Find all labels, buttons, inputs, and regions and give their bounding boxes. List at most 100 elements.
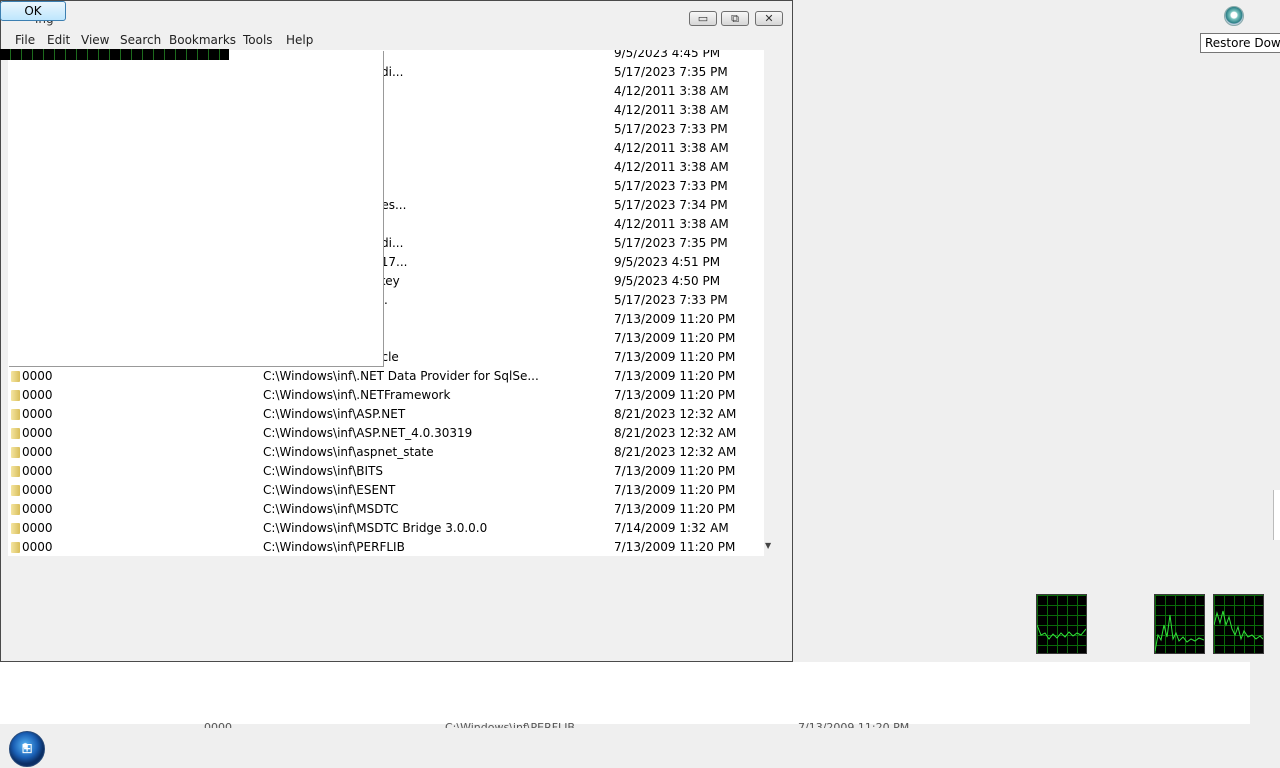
cpu-graph-3	[1213, 594, 1264, 654]
table-row[interactable]: 0000 C:\Windows\inf\aspnet_state 8/21/2023…	[8, 443, 764, 462]
folder-icon	[11, 485, 20, 496]
table-row[interactable]: 0000 C:\Windows\inf\ASP.NET_4.0.30319 8/21…	[8, 424, 764, 443]
folder-icon	[11, 409, 20, 420]
date-cell: 7/13/2009 11:20 PM	[614, 350, 736, 364]
date-cell: 4/12/2011 3:38 AM	[614, 141, 729, 155]
path-cell: C:\Windows\inf\aspnet_state	[263, 445, 434, 459]
name-cell: 0000	[22, 464, 53, 478]
menu-search[interactable]: Search	[120, 33, 161, 47]
path-cell: C:\Windows\inf\MSDTC	[263, 502, 399, 516]
date-cell: 9/5/2023 4:45 PM	[614, 50, 721, 60]
date-cell: 5/17/2023 7:35 PM	[614, 65, 728, 79]
table-row[interactable]: 0000 C:\Windows\inf\ASP.NET 8/21/2023 12:3…	[8, 405, 764, 424]
folder-icon	[11, 466, 20, 477]
date-cell: 7/13/2009 11:20 PM	[614, 502, 736, 516]
folder-icon	[11, 447, 20, 458]
table-row[interactable]: 0000 C:\Windows\inf\.NET Data Provider fo…	[8, 367, 764, 386]
date-cell: 5/17/2023 7:33 PM	[614, 179, 728, 193]
date-cell: 5/17/2023 7:34 PM	[614, 198, 728, 212]
restore-orb-icon[interactable]	[1224, 6, 1244, 26]
name-cell: 0000	[22, 426, 53, 440]
menu-help[interactable]: Help	[286, 33, 313, 47]
date-cell: 7/13/2009 11:20 PM	[614, 369, 736, 383]
graph-line-1	[1036, 624, 1087, 640]
path-cell: C:\Windows\inf\.NETFramework	[263, 388, 451, 402]
folder-icon	[11, 542, 20, 553]
folder-icon	[11, 523, 20, 534]
date-cell: 5/17/2023 7:35 PM	[614, 236, 728, 250]
title-bar[interactable]: ing ▭ ⧉ ✕	[1, 1, 792, 31]
everything-window: ing ▭ ⧉ ✕ File Edit View Search Bookmark…	[0, 0, 793, 662]
table-row[interactable]: 0000 C:\Windows\inf\ESENT 7/13/2009 11:20 …	[8, 481, 764, 500]
cpu-graph-2	[1154, 594, 1205, 654]
date-cell: 4/12/2011 3:38 AM	[614, 217, 729, 231]
graph-line-2	[1154, 614, 1205, 652]
folder-icon	[11, 390, 20, 401]
path-cell: C:\Windows\inf\ESENT	[263, 483, 396, 497]
table-row[interactable]: 0000 C:\Windows\inf\MSDTC Bridge 3.0.0.0 7…	[8, 519, 764, 538]
graph-line-3	[1213, 610, 1264, 641]
path-cell: C:\Windows\inf\BITS	[263, 464, 383, 478]
menu-edit[interactable]: Edit	[47, 33, 70, 47]
ok-button[interactable]: OK	[0, 1, 66, 21]
menu-bookmarks[interactable]: Bookmarks	[169, 33, 236, 47]
folder-icon	[11, 428, 20, 439]
taskbar	[0, 728, 1280, 768]
path-cell: C:\Windows\inf\.NET Data Provider for Sq…	[263, 369, 539, 383]
date-cell: 8/21/2023 12:32 AM	[614, 426, 737, 440]
date-cell: 7/13/2009 11:20 PM	[614, 464, 736, 478]
background-strip	[0, 662, 1250, 724]
date-cell: 7/14/2009 1:32 AM	[614, 521, 729, 535]
close-button[interactable]: ✕	[755, 11, 783, 26]
table-row[interactable]: 0000 C:\Windows\inf\PERFLIB 7/13/2009 11:2…	[8, 538, 764, 556]
date-cell: 7/13/2009 11:20 PM	[614, 388, 736, 402]
restore-icon: ⧉	[731, 12, 739, 25]
path-cell: C:\Windows\inf\ASP.NET_4.0.30319	[263, 426, 473, 440]
side-edge-tab[interactable]	[1273, 490, 1280, 540]
render-glitch-strip	[0, 49, 229, 60]
date-cell: 9/5/2023 4:51 PM	[614, 255, 721, 269]
menu-view[interactable]: View	[81, 33, 109, 47]
windows-logo-icon: ⊞	[21, 741, 33, 757]
name-cell: 0000	[22, 483, 53, 497]
name-cell: 0000	[22, 521, 53, 535]
path-cell: C:\Windows\inf\PERFLIB	[263, 540, 405, 554]
date-cell: 4/12/2011 3:38 AM	[614, 103, 729, 117]
close-icon: ✕	[764, 12, 774, 25]
minimize-button[interactable]: ▭	[689, 11, 717, 26]
table-row[interactable]: 0000 C:\Windows\inf\BITS 7/13/2009 11:20 P…	[8, 462, 764, 481]
date-cell: 4/12/2011 3:38 AM	[614, 84, 729, 98]
blank-overlay-panel	[9, 51, 384, 367]
scroll-down-arrow-icon[interactable]: ▼	[765, 541, 771, 550]
name-cell: 0000	[22, 388, 53, 402]
date-cell: 4/12/2011 3:38 AM	[614, 160, 729, 174]
name-cell: 0000	[22, 407, 53, 421]
name-cell: 0000	[22, 502, 53, 516]
maximize-button[interactable]: ⧉	[721, 11, 749, 26]
date-cell: 8/21/2023 12:32 AM	[614, 407, 737, 421]
name-cell: 0000	[22, 369, 53, 383]
menu-file[interactable]: File	[15, 33, 35, 47]
folder-icon	[11, 504, 20, 515]
date-cell: 7/13/2009 11:20 PM	[614, 483, 736, 497]
table-row[interactable]: 0000 C:\Windows\inf\MSDTC 7/13/2009 11:20 …	[8, 500, 764, 519]
name-cell: 0000	[22, 445, 53, 459]
date-cell: 7/13/2009 11:20 PM	[614, 540, 736, 554]
start-button[interactable]: ⊞	[9, 731, 45, 767]
vertical-scrollbar[interactable]	[764, 50, 778, 556]
folder-icon	[11, 371, 20, 382]
date-cell: 7/13/2009 11:20 PM	[614, 312, 736, 326]
path-cell: C:\Windows\inf\ASP.NET	[263, 407, 406, 421]
date-cell: 9/5/2023 4:50 PM	[614, 274, 721, 288]
path-cell: C:\Windows\inf\MSDTC Bridge 3.0.0.0	[263, 521, 488, 535]
minimize-icon: ▭	[697, 12, 709, 25]
menu-tools[interactable]: Tools	[243, 33, 273, 47]
date-cell: 7/13/2009 11:20 PM	[614, 331, 736, 345]
menu-bar: File Edit View Search Bookmarks Tools He…	[1, 31, 792, 50]
date-cell: 5/17/2023 7:33 PM	[614, 293, 728, 307]
table-row[interactable]: 0000 C:\Windows\inf\.NETFramework 7/13/200…	[8, 386, 764, 405]
cpu-graph-1	[1036, 594, 1087, 654]
date-cell: 5/17/2023 7:33 PM	[614, 122, 728, 136]
date-cell: 8/21/2023 12:32 AM	[614, 445, 737, 459]
restore-down-tooltip: Restore Down	[1200, 33, 1280, 53]
